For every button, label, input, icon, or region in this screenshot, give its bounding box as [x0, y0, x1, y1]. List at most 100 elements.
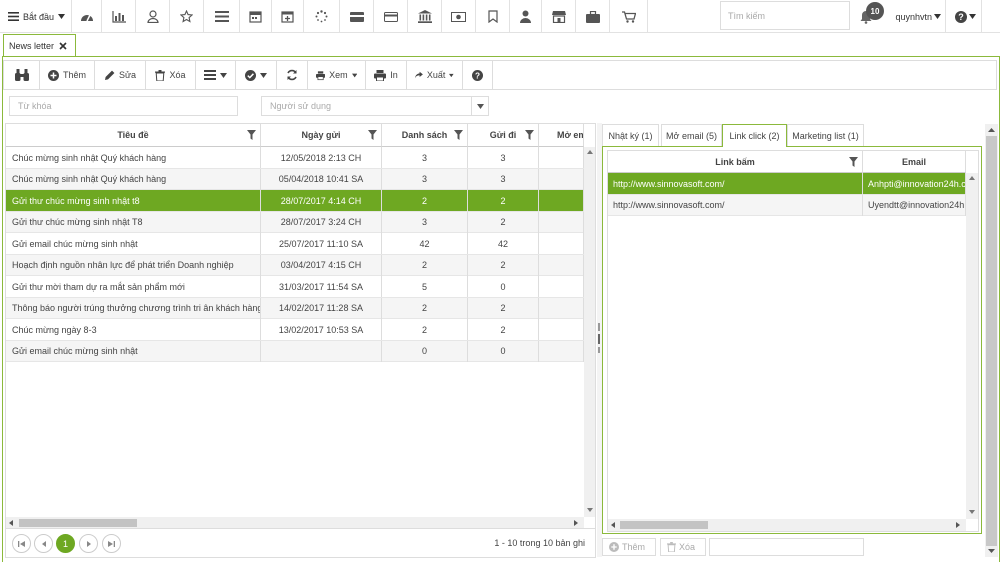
column-header-opened[interactable]: Mở em: [539, 124, 584, 147]
table-row[interactable]: Thông báo người trúng thưởng chương trìn…: [6, 297, 584, 319]
dashboard-module-button[interactable]: [72, 0, 102, 33]
table-row[interactable]: Gửi email chúc mừng sinh nhật 0 0: [6, 340, 584, 362]
export-dropdown-button[interactable]: Xuất: [407, 61, 463, 89]
scroll-up-arrow-icon[interactable]: [587, 150, 593, 154]
help-menu-button[interactable]: ?: [950, 0, 982, 33]
table-row[interactable]: Chúc mừng ngày 8-3 13/02/2017 10:53 SA 2 2: [6, 319, 584, 341]
vertical-scrollbar[interactable]: [584, 147, 595, 517]
schedule-module-button[interactable]: [272, 0, 304, 33]
scroll-down-arrow-icon[interactable]: [988, 549, 995, 553]
table-row[interactable]: Chúc mừng sinh nhật Quý khách hàng 12/05/…: [6, 147, 584, 169]
user-select[interactable]: Người sử dụng: [261, 96, 472, 116]
cell-sent: 42: [468, 233, 539, 254]
table-row[interactable]: Hoạch định nguồn nhân lực để phát triển …: [6, 254, 584, 276]
report-module-button[interactable]: [102, 0, 136, 33]
right-delete-button[interactable]: Xóa: [660, 538, 706, 556]
payment-module-button[interactable]: [340, 0, 374, 33]
right-horizontal-scroll-thumb[interactable]: [620, 521, 708, 529]
filter-icon[interactable]: [849, 157, 858, 167]
approve-dropdown-button[interactable]: [236, 61, 277, 89]
pagination-bar: 1 1 - 10 trong 10 bản ghi: [5, 529, 596, 558]
page-scroll-thumb[interactable]: [986, 136, 997, 546]
printer-icon: [316, 70, 326, 80]
edit-button[interactable]: Sửa: [95, 61, 146, 89]
list-module-button[interactable]: [204, 0, 240, 33]
add-button[interactable]: Thêm: [40, 61, 95, 89]
previous-page-button[interactable]: [34, 534, 53, 553]
calendar-module-button[interactable]: [240, 0, 272, 33]
help-button[interactable]: ?: [463, 61, 493, 89]
page-button-current[interactable]: 1: [56, 534, 75, 553]
column-header-link[interactable]: Link bấm: [608, 151, 863, 173]
store-module-button[interactable]: [542, 0, 576, 33]
scroll-down-arrow-icon[interactable]: [969, 510, 975, 514]
filter-icon[interactable]: [247, 130, 256, 140]
print-preview-button[interactable]: Xem: [308, 61, 366, 89]
scroll-right-arrow-icon[interactable]: [574, 520, 578, 526]
order-module-button[interactable]: [610, 0, 648, 33]
filter-icon[interactable]: [454, 130, 463, 140]
column-header-email[interactable]: Email: [863, 151, 966, 173]
right-filter-input[interactable]: [709, 538, 864, 556]
delete-button[interactable]: Xóa: [146, 61, 196, 89]
right-add-button[interactable]: Thêm: [602, 538, 656, 556]
page-vertical-scrollbar[interactable]: [985, 124, 998, 557]
keyword-input[interactable]: Từ khóa: [9, 96, 238, 116]
right-vertical-scrollbar[interactable]: [966, 173, 978, 519]
table-row[interactable]: Gửi thư chúc mừng sinh nhật t8 28/07/2017…: [6, 190, 584, 212]
column-header-title[interactable]: Tiêu đề: [6, 124, 261, 147]
user-menu-button[interactable]: quynhvtn: [890, 0, 946, 33]
tab-log[interactable]: Nhật ký (1): [602, 124, 659, 146]
project-module-button[interactable]: [576, 0, 610, 33]
tab-marketing-list[interactable]: Marketing list (1): [787, 124, 864, 146]
caret-down-icon: [220, 72, 227, 78]
scroll-left-arrow-icon[interactable]: [611, 522, 615, 528]
menu-dropdown-button[interactable]: [196, 61, 236, 89]
table-row[interactable]: Gửi email chúc mừng sinh nhật 25/07/2017 …: [6, 233, 584, 255]
table-row[interactable]: Chúc mừng sinh nhật Quý khách hàng 05/04/…: [6, 168, 584, 190]
last-page-button[interactable]: [102, 534, 121, 553]
filter-icon[interactable]: [368, 130, 377, 140]
filter-icon[interactable]: [525, 130, 534, 140]
scroll-down-arrow-icon[interactable]: [587, 508, 593, 512]
cash-module-button[interactable]: [442, 0, 476, 33]
start-menu-button[interactable]: Bắt đầu: [0, 0, 72, 33]
print-button[interactable]: In: [366, 61, 407, 89]
column-header-list[interactable]: Danh sách: [382, 124, 468, 147]
favorite-module-button[interactable]: [170, 0, 204, 33]
horizontal-scrollbar[interactable]: [6, 517, 584, 528]
first-page-button[interactable]: [12, 534, 31, 553]
contact-module-button[interactable]: [136, 0, 170, 33]
table-row[interactable]: http://www.sinnovasoft.com/Anhpti@innova…: [608, 173, 966, 195]
finance-module-button[interactable]: [374, 0, 408, 33]
column-header-sent[interactable]: Gửi đi: [468, 124, 539, 147]
process-module-button[interactable]: [304, 0, 340, 33]
column-header-date[interactable]: Ngày gửi: [261, 124, 382, 147]
credit-card-icon: [383, 11, 398, 22]
caret-down-icon: [58, 14, 66, 19]
tab-link-click[interactable]: Link click (2): [722, 124, 787, 147]
tab-news-letter[interactable]: News letter: [3, 34, 76, 56]
global-search-input[interactable]: Tìm kiếm: [720, 1, 850, 30]
horizontal-scroll-thumb[interactable]: [19, 519, 137, 527]
scroll-up-arrow-icon[interactable]: [969, 176, 975, 180]
scroll-up-arrow-icon[interactable]: [988, 128, 995, 132]
edit-label: Sửa: [118, 70, 137, 80]
next-page-button[interactable]: [79, 534, 98, 553]
refresh-button[interactable]: [277, 61, 308, 89]
user-select-dropdown-button[interactable]: [471, 96, 489, 116]
close-icon[interactable]: [59, 41, 67, 50]
bookmark-module-button[interactable]: [476, 0, 510, 33]
scroll-right-arrow-icon[interactable]: [956, 522, 960, 528]
scroll-left-arrow-icon[interactable]: [9, 520, 13, 526]
table-row[interactable]: Gửi thư mời tham dự ra mắt sản phẩm mới 3…: [6, 276, 584, 298]
bank-module-button[interactable]: [408, 0, 442, 33]
table-row[interactable]: http://www.sinnovasoft.com/Uyendtt@innov…: [608, 194, 966, 216]
employee-module-button[interactable]: [510, 0, 542, 33]
money-icon: [451, 11, 466, 22]
user-outline-icon: [146, 10, 159, 23]
find-button[interactable]: [4, 61, 40, 89]
tab-opened-email[interactable]: Mở email (5): [661, 124, 722, 146]
table-row[interactable]: Gửi thư chúc mừng sinh nhật T8 28/07/2017…: [6, 211, 584, 233]
right-horizontal-scrollbar[interactable]: [608, 519, 966, 531]
